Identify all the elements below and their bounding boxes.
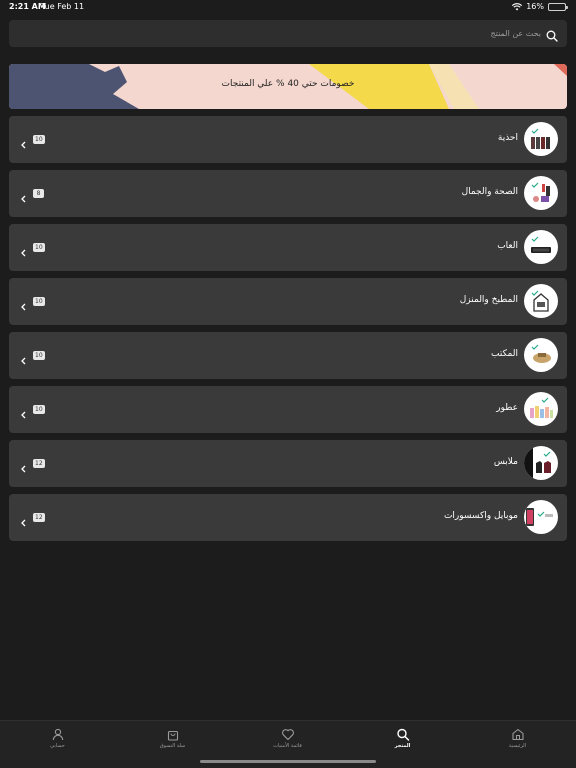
tab-label: قائمة الأمنيات	[273, 743, 302, 749]
battery-percent: 16%	[526, 2, 544, 11]
category-count-badge: 10	[33, 297, 45, 306]
chevron-left-icon	[20, 458, 26, 477]
category-row-health-beauty[interactable]: الصحة والجمال 8	[9, 170, 567, 217]
category-label: عطور	[496, 403, 518, 413]
chevron-left-icon	[20, 404, 26, 423]
category-thumbnail	[524, 122, 558, 156]
promo-banner[interactable]: خصومات حتي 40 % علي المنتجات	[9, 64, 567, 109]
chevron-left-icon	[20, 350, 26, 369]
category-list: احذية 10 الصحة والجمال 8 العاب 10 المطبخ…	[9, 116, 567, 548]
category-count-badge: 10	[33, 135, 45, 144]
category-label: العاب	[497, 241, 518, 251]
status-date: Tue Feb 11	[41, 2, 85, 11]
chevron-left-icon	[20, 512, 26, 531]
search-bar[interactable]	[9, 20, 567, 47]
category-thumbnail	[524, 500, 558, 534]
category-count-badge: 10	[33, 351, 45, 360]
category-thumbnail	[524, 446, 558, 480]
category-thumbnail	[524, 176, 558, 210]
bottom-tab-bar: الرئيسية المتجر قائمة الأمنيات سلة التسو…	[0, 720, 576, 768]
category-thumbnail	[524, 392, 558, 426]
category-label: ملابس	[493, 457, 518, 467]
category-count-badge: 12	[33, 459, 45, 468]
category-label: المكتب	[491, 349, 518, 359]
category-row-perfumes[interactable]: عطور 10	[9, 386, 567, 433]
category-thumbnail	[524, 338, 558, 372]
chevron-left-icon	[20, 188, 26, 207]
category-row-mobile-accessories[interactable]: موبايل واكسسورات 12	[9, 494, 567, 541]
category-label: المطبخ والمنزل	[459, 295, 518, 305]
category-label: الصحة والجمال	[461, 187, 518, 197]
status-indicators: 16%	[512, 2, 568, 11]
category-row-office[interactable]: المكتب 10	[9, 332, 567, 379]
tab-label: الرئيسية	[508, 743, 527, 749]
category-row-clothes[interactable]: ملابس 12	[9, 440, 567, 487]
category-count-badge: 12	[33, 513, 45, 522]
battery-icon	[548, 2, 568, 11]
tab-home[interactable]: الرئيسية	[460, 721, 575, 768]
chevron-left-icon	[20, 134, 26, 153]
category-count-badge: 8	[33, 189, 44, 198]
tab-label: المتجر	[394, 743, 411, 749]
status-bar: 2:21 AM Tue Feb 11 16%	[0, 0, 576, 14]
tab-account[interactable]: حسابي	[0, 721, 115, 768]
promo-text: خصومات حتي 40 % علي المنتجات	[221, 79, 355, 89]
category-row-kitchen-home[interactable]: المطبخ والمنزل 10	[9, 278, 567, 325]
wifi-icon	[512, 2, 523, 11]
chevron-left-icon	[20, 296, 26, 315]
category-count-badge: 10	[33, 243, 45, 252]
home-indicator	[200, 760, 376, 763]
category-label: احذية	[497, 133, 518, 143]
tab-label: سلة التسوق	[159, 743, 186, 749]
category-row-toys[interactable]: العاب 10	[9, 224, 567, 271]
search-icon[interactable]	[546, 27, 558, 46]
chevron-left-icon	[20, 242, 26, 261]
category-label: موبايل واكسسورات	[443, 511, 518, 521]
category-count-badge: 10	[33, 405, 45, 414]
category-row-shoes[interactable]: احذية 10	[9, 116, 567, 163]
search-input[interactable]	[61, 20, 541, 47]
tab-label: حسابي	[50, 743, 65, 749]
category-thumbnail	[524, 284, 558, 318]
category-thumbnail	[524, 230, 558, 264]
